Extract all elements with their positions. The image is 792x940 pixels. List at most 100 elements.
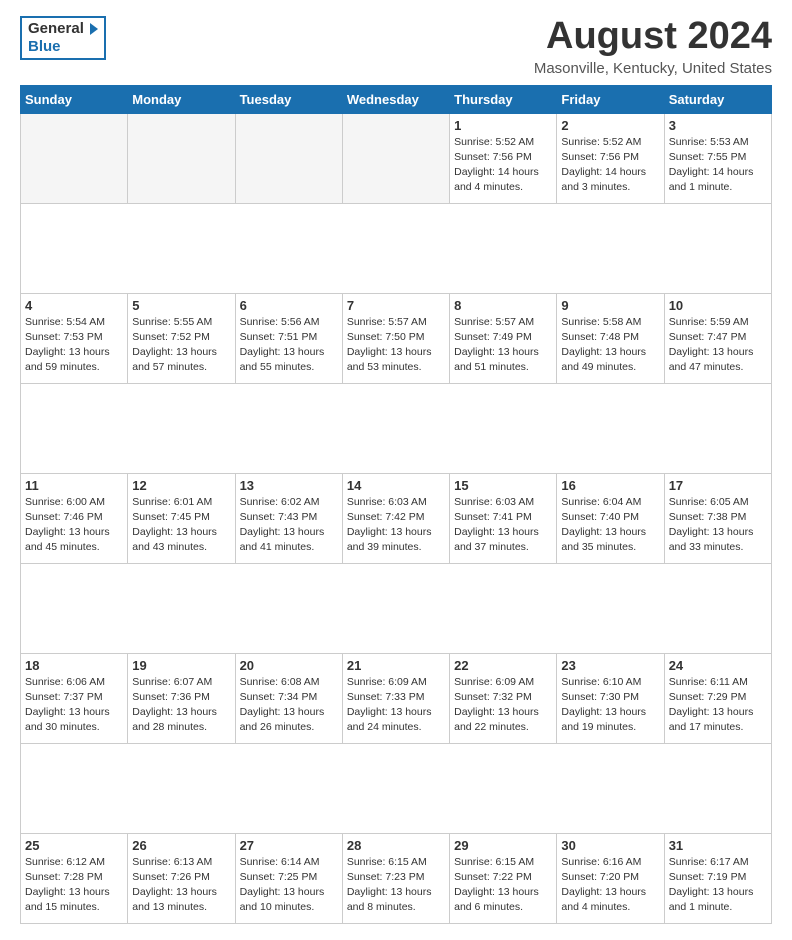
day-info: Sunrise: 6:10 AMSunset: 7:30 PMDaylight:… [561,675,659,736]
day-info: Sunrise: 5:54 AMSunset: 7:53 PMDaylight:… [25,315,123,376]
day-number: 14 [347,478,445,493]
calendar-cell: 5 Sunrise: 5:55 AMSunset: 7:52 PMDaylight… [128,293,235,383]
calendar-week-1: 1 Sunrise: 5:52 AMSunset: 7:56 PMDaylight… [21,113,772,203]
day-of-week-sunday: Sunday [21,85,128,113]
day-number: 8 [454,298,552,313]
logo-box: General Blue [20,16,106,60]
day-number: 22 [454,658,552,673]
calendar-cell [235,113,342,203]
day-number: 6 [240,298,338,313]
calendar-cell: 26 Sunrise: 6:13 AMSunset: 7:26 PMDayligh… [128,833,235,923]
calendar-week-5: 25 Sunrise: 6:12 AMSunset: 7:28 PMDayligh… [21,833,772,923]
calendar-cell: 17Sunrise: 6:05 AMSunset: 7:38 PMDayligh… [664,473,771,563]
calendar-cell: 3 Sunrise: 5:53 AMSunset: 7:55 PMDaylight… [664,113,771,203]
day-number: 24 [669,658,767,673]
logo-flag-icon [90,23,98,35]
day-of-week-thursday: Thursday [450,85,557,113]
calendar-cell: 21 Sunrise: 6:09 AMSunset: 7:33 PMDayligh… [342,653,449,743]
day-info: Sunrise: 6:09 AMSunset: 7:32 PMDaylight:… [454,675,552,736]
day-number: 30 [561,838,659,853]
day-number: 15 [454,478,552,493]
calendar-cell: 30 Sunrise: 6:16 AMSunset: 7:20 PMDayligh… [557,833,664,923]
day-of-week-wednesday: Wednesday [342,85,449,113]
calendar-cell: 27 Sunrise: 6:14 AMSunset: 7:25 PMDayligh… [235,833,342,923]
logo-blue-text: Blue [28,38,61,55]
calendar-cell: 6Sunrise: 5:56 AMSunset: 7:51 PMDaylight… [235,293,342,383]
day-number: 18 [25,658,123,673]
day-info: Sunrise: 5:55 AMSunset: 7:52 PMDaylight:… [132,315,230,376]
day-number: 1 [454,118,552,133]
day-number: 26 [132,838,230,853]
day-info: Sunrise: 6:03 AMSunset: 7:41 PMDaylight:… [454,495,552,556]
calendar-week-3: 11 Sunrise: 6:00 AMSunset: 7:46 PMDayligh… [21,473,772,563]
day-number: 9 [561,298,659,313]
row-separator [21,743,772,833]
day-number: 10 [669,298,767,313]
row-sep-cell [21,383,772,473]
calendar-cell: 20Sunrise: 6:08 AMSunset: 7:34 PMDayligh… [235,653,342,743]
day-info: Sunrise: 6:15 AMSunset: 7:23 PMDaylight:… [347,855,445,916]
day-info: Sunrise: 6:13 AMSunset: 7:26 PMDaylight:… [132,855,230,916]
calendar-cell: 24 Sunrise: 6:11 AMSunset: 7:29 PMDayligh… [664,653,771,743]
calendar-week-2: 4Sunrise: 5:54 AMSunset: 7:53 PMDaylight… [21,293,772,383]
day-info: Sunrise: 6:07 AMSunset: 7:36 PMDaylight:… [132,675,230,736]
day-of-week-friday: Friday [557,85,664,113]
day-info: Sunrise: 5:58 AMSunset: 7:48 PMDaylight:… [561,315,659,376]
calendar-cell [21,113,128,203]
day-info: Sunrise: 6:11 AMSunset: 7:29 PMDaylight:… [669,675,767,736]
calendar-cell: 28 Sunrise: 6:15 AMSunset: 7:23 PMDayligh… [342,833,449,923]
day-number: 2 [561,118,659,133]
calendar-cell: 22 Sunrise: 6:09 AMSunset: 7:32 PMDayligh… [450,653,557,743]
day-number: 20 [240,658,338,673]
row-sep-cell [21,563,772,653]
calendar-cell: 31Sunrise: 6:17 AMSunset: 7:19 PMDayligh… [664,833,771,923]
calendar-cell: 12 Sunrise: 6:01 AMSunset: 7:45 PMDayligh… [128,473,235,563]
calendar-cell: 23Sunrise: 6:10 AMSunset: 7:30 PMDayligh… [557,653,664,743]
calendar-cell: 16Sunrise: 6:04 AMSunset: 7:40 PMDayligh… [557,473,664,563]
day-number: 25 [25,838,123,853]
calendar-week-4: 18Sunrise: 6:06 AMSunset: 7:37 PMDayligh… [21,653,772,743]
day-of-week-monday: Monday [128,85,235,113]
day-number: 19 [132,658,230,673]
day-number: 11 [25,478,123,493]
calendar-cell: 13Sunrise: 6:02 AMSunset: 7:43 PMDayligh… [235,473,342,563]
location: Masonville, Kentucky, United States [534,60,772,77]
day-number: 5 [132,298,230,313]
calendar-cell: 18Sunrise: 6:06 AMSunset: 7:37 PMDayligh… [21,653,128,743]
row-separator [21,563,772,653]
calendar-cell: 14Sunrise: 6:03 AMSunset: 7:42 PMDayligh… [342,473,449,563]
calendar-cell: 2Sunrise: 5:52 AMSunset: 7:56 PMDaylight… [557,113,664,203]
day-info: Sunrise: 6:15 AMSunset: 7:22 PMDaylight:… [454,855,552,916]
logo-general-text: General [28,20,84,37]
day-info: Sunrise: 6:12 AMSunset: 7:28 PMDaylight:… [25,855,123,916]
calendar-cell: 10Sunrise: 5:59 AMSunset: 7:47 PMDayligh… [664,293,771,383]
day-number: 12 [132,478,230,493]
calendar-cell: 25 Sunrise: 6:12 AMSunset: 7:28 PMDayligh… [21,833,128,923]
day-info: Sunrise: 6:16 AMSunset: 7:20 PMDaylight:… [561,855,659,916]
calendar-cell [342,113,449,203]
day-info: Sunrise: 6:02 AMSunset: 7:43 PMDaylight:… [240,495,338,556]
day-number: 3 [669,118,767,133]
day-number: 29 [454,838,552,853]
row-separator [21,383,772,473]
day-info: Sunrise: 6:00 AMSunset: 7:46 PMDaylight:… [25,495,123,556]
title-area: August 2024 Masonville, Kentucky, United… [534,16,772,77]
row-separator [21,203,772,293]
day-number: 21 [347,658,445,673]
day-of-week-saturday: Saturday [664,85,771,113]
calendar-cell: 19 Sunrise: 6:07 AMSunset: 7:36 PMDayligh… [128,653,235,743]
day-info: Sunrise: 6:14 AMSunset: 7:25 PMDaylight:… [240,855,338,916]
day-info: Sunrise: 5:53 AMSunset: 7:55 PMDaylight:… [669,135,767,196]
day-number: 28 [347,838,445,853]
day-info: Sunrise: 5:57 AMSunset: 7:49 PMDaylight:… [454,315,552,376]
day-number: 27 [240,838,338,853]
day-number: 17 [669,478,767,493]
row-sep-cell [21,203,772,293]
day-info: Sunrise: 5:52 AMSunset: 7:56 PMDaylight:… [454,135,552,196]
day-info: Sunrise: 6:01 AMSunset: 7:45 PMDaylight:… [132,495,230,556]
day-info: Sunrise: 6:17 AMSunset: 7:19 PMDaylight:… [669,855,767,916]
day-info: Sunrise: 6:09 AMSunset: 7:33 PMDaylight:… [347,675,445,736]
calendar-cell: 1 Sunrise: 5:52 AMSunset: 7:56 PMDaylight… [450,113,557,203]
header: General Blue August 2024 Masonville, Ken… [20,16,772,77]
month-year: August 2024 [534,16,772,58]
